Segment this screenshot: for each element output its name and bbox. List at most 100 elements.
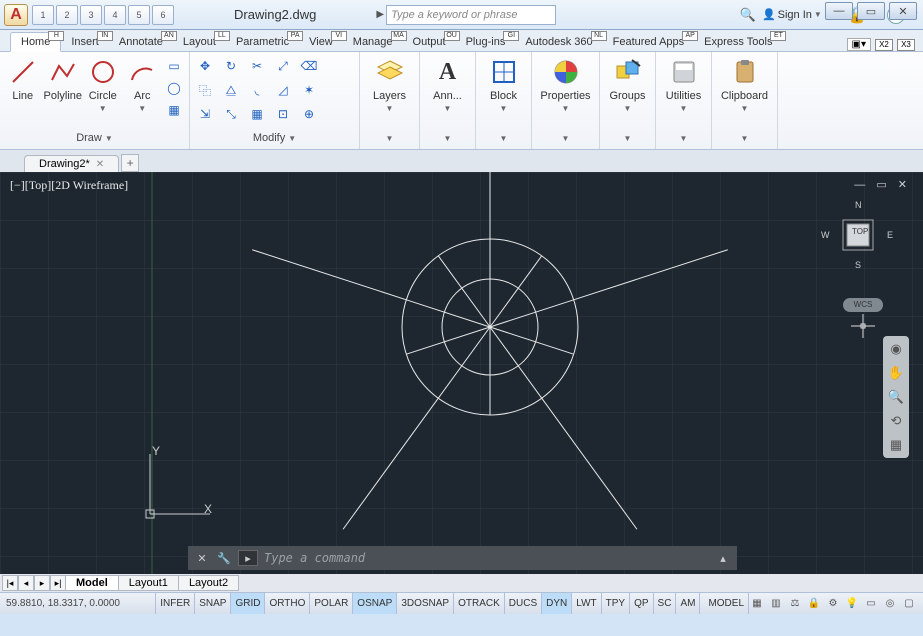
- isolate-icon[interactable]: ◎: [882, 596, 898, 612]
- qat-item[interactable]: 5: [128, 5, 150, 25]
- chevron-down-icon[interactable]: ▼: [386, 134, 394, 143]
- join-icon[interactable]: ⊕: [298, 104, 320, 124]
- block-button[interactable]: Block▼: [483, 56, 525, 113]
- status-toggle-polar[interactable]: POLAR: [310, 593, 353, 614]
- ribbon-tab[interactable]: Autodesk 360NL: [515, 33, 602, 51]
- signin-button[interactable]: 👤 Sign In ▼: [762, 8, 822, 21]
- extend-icon[interactable]: ⤢: [272, 56, 294, 76]
- wrench-icon[interactable]: 🔧: [216, 550, 232, 566]
- ribbon-tab[interactable]: Plug-insGI: [456, 33, 516, 51]
- file-tab[interactable]: Drawing2* ✕: [24, 155, 119, 172]
- last-icon[interactable]: ▸|: [50, 575, 66, 591]
- status-toggle-qp[interactable]: QP: [630, 593, 653, 614]
- rectangle-icon[interactable]: ▭: [163, 56, 185, 76]
- zoom-icon[interactable]: 🔍: [887, 388, 905, 406]
- binoculars-icon[interactable]: 🔍: [740, 7, 756, 23]
- bulb-icon[interactable]: 💡: [844, 596, 860, 612]
- chevron-down-icon[interactable]: ▼: [562, 134, 570, 143]
- viewcube-w[interactable]: W: [821, 230, 830, 240]
- fillet-icon[interactable]: ◟: [246, 80, 268, 100]
- qat-item[interactable]: 3: [80, 5, 102, 25]
- viewcube-e[interactable]: E: [887, 230, 893, 240]
- minimize-button[interactable]: —: [825, 2, 853, 20]
- search-input[interactable]: Type a keyword or phrase: [386, 5, 556, 25]
- status-toggle-3dosnap[interactable]: 3DOSNAP: [397, 593, 454, 614]
- qat-item[interactable]: 6: [152, 5, 174, 25]
- chevron-down-icon[interactable]: ▼: [288, 134, 296, 143]
- grid-icon[interactable]: ▥: [768, 596, 784, 612]
- status-toggle-snap[interactable]: SNAP: [195, 593, 231, 614]
- status-toggle-otrack[interactable]: OTRACK: [454, 593, 505, 614]
- ribbon-tab[interactable]: InsertIN: [61, 33, 109, 51]
- clean-icon[interactable]: ▢: [901, 596, 917, 612]
- utilities-button[interactable]: Utilities▼: [663, 56, 705, 113]
- chevron-down-icon[interactable]: ▼: [741, 134, 749, 143]
- layout-tab[interactable]: Layout2: [178, 575, 239, 591]
- ellipse-icon[interactable]: ◯: [163, 78, 185, 98]
- trim-icon[interactable]: ✂: [246, 56, 268, 76]
- app-menu-button[interactable]: A: [4, 4, 28, 26]
- prev-icon[interactable]: ◂: [18, 575, 34, 591]
- arc-button[interactable]: Arc▼: [124, 56, 161, 113]
- erase-icon[interactable]: ⌫: [298, 56, 320, 76]
- status-toggle-tpy[interactable]: TPY: [602, 593, 630, 614]
- coordinates[interactable]: 59.8810, 18.3317, 0.0000: [0, 593, 156, 614]
- scale-icon[interactable]: ⚖: [787, 596, 803, 612]
- scale-icon[interactable]: ⤡: [220, 104, 242, 124]
- status-toggle-osnap[interactable]: OSNAP: [353, 593, 397, 614]
- offset-icon[interactable]: ⊡: [272, 104, 294, 124]
- status-toggle-lwt[interactable]: LWT: [572, 593, 601, 614]
- status-toggle-infer[interactable]: INFER: [156, 593, 195, 614]
- ribbon-tab[interactable]: LayoutLL: [173, 33, 226, 51]
- showmotion-icon[interactable]: ▦: [887, 436, 905, 454]
- close-icon[interactable]: ✕: [194, 550, 210, 566]
- chevron-down-icon[interactable]: ▼: [105, 134, 113, 143]
- ribbon-tab[interactable]: Featured AppsAP: [603, 33, 695, 51]
- next-icon[interactable]: ▸: [34, 575, 50, 591]
- new-tab-button[interactable]: +: [121, 154, 139, 172]
- chamfer-icon[interactable]: ◿: [272, 80, 294, 100]
- hw-icon[interactable]: ▭: [863, 596, 879, 612]
- stretch-icon[interactable]: ⇲: [194, 104, 216, 124]
- ribbon-tab[interactable]: ManageMA: [343, 33, 403, 51]
- status-toggle-ortho[interactable]: ORTHO: [265, 593, 310, 614]
- circle-button[interactable]: Circle▼: [84, 56, 121, 113]
- viewcube[interactable]: TOP N S E W: [835, 212, 881, 258]
- layout-icon[interactable]: ▦: [749, 596, 765, 612]
- workspace-icon[interactable]: ⚙: [825, 596, 841, 612]
- status-toggle-dyn[interactable]: DYN: [542, 593, 572, 614]
- viewport-label[interactable]: [−][Top][2D Wireframe]: [10, 178, 128, 193]
- layout-tab[interactable]: Layout1: [118, 575, 179, 591]
- polyline-button[interactable]: Polyline: [43, 56, 82, 102]
- rotate-icon[interactable]: ↻: [220, 56, 242, 76]
- drawing-canvas[interactable]: [−][Top][2D Wireframe] — ▭ ✕ TOP N S E W…: [0, 172, 923, 574]
- layout-tab[interactable]: Model: [65, 575, 119, 591]
- layers-button[interactable]: Layers▼: [369, 56, 411, 113]
- chevron-down-icon[interactable]: ▼: [680, 134, 688, 143]
- wcs-badge[interactable]: WCS: [843, 298, 883, 312]
- ribbon-tab[interactable]: AnnotateAN: [109, 33, 173, 51]
- close-button[interactable]: ✕: [889, 2, 917, 20]
- status-toggle-am[interactable]: AM: [676, 593, 700, 614]
- properties-button[interactable]: Properties▼: [538, 56, 594, 113]
- clipboard-button[interactable]: Clipboard▼: [717, 56, 773, 113]
- ribbon-tab[interactable]: Express ToolsET: [694, 33, 782, 51]
- qat-item[interactable]: 1: [32, 5, 54, 25]
- ribbon-tab[interactable]: ParametricPA: [226, 33, 299, 51]
- maximize-button[interactable]: ▭: [857, 2, 885, 20]
- ribbon-tab[interactable]: ViewVI: [299, 33, 343, 51]
- fullnav-icon[interactable]: ◉: [887, 340, 905, 358]
- annoscale-icon[interactable]: 🔒: [806, 596, 822, 612]
- ribbon-minimize-icon[interactable]: ▣▾: [847, 38, 871, 51]
- status-toggle-sc[interactable]: SC: [654, 593, 677, 614]
- recent-icon[interactable]: ▸: [238, 550, 258, 566]
- ribbon-tab[interactable]: OutputOU: [403, 33, 456, 51]
- chevron-down-icon[interactable]: ▼: [444, 134, 452, 143]
- pan-icon[interactable]: ✋: [887, 364, 905, 382]
- chevron-up-icon[interactable]: ▴: [715, 550, 731, 566]
- mirror-icon[interactable]: ⧋: [220, 80, 242, 100]
- ribbon-tab[interactable]: HomeH: [10, 32, 61, 52]
- command-line[interactable]: ✕ 🔧 ▸ Type a command ▴: [188, 546, 737, 570]
- status-toggle-grid[interactable]: GRID: [231, 593, 265, 614]
- qat-item[interactable]: 4: [104, 5, 126, 25]
